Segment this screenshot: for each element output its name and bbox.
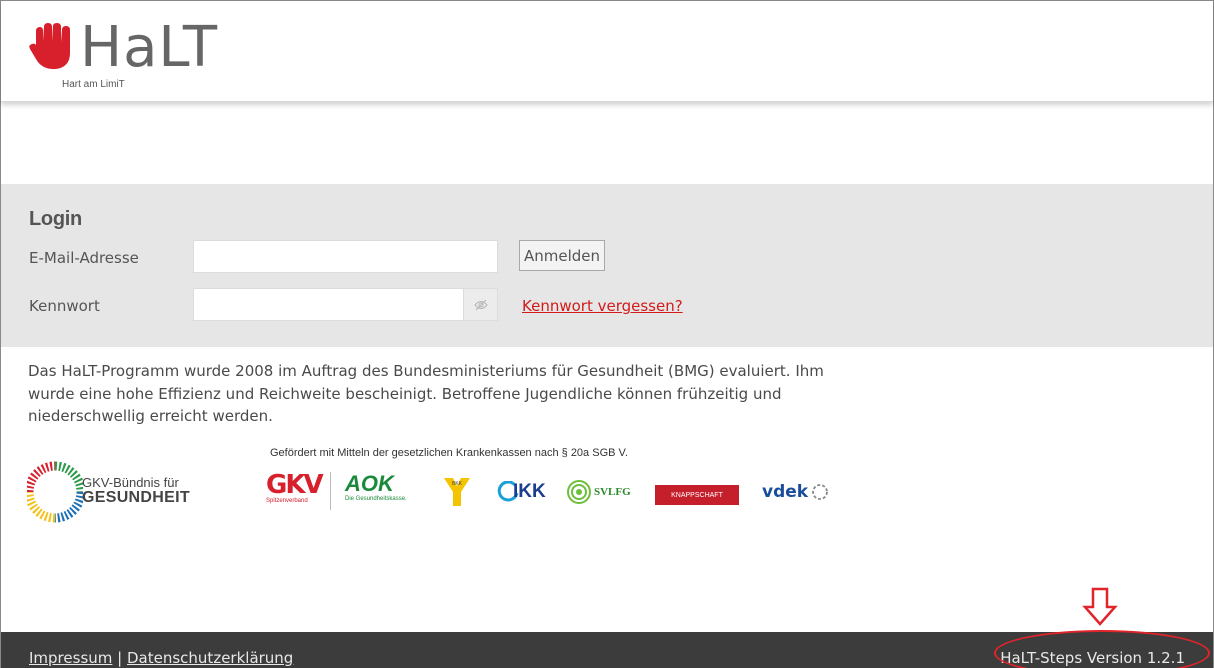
svlfg-logo: SVLFG <box>566 472 631 512</box>
bkk-y-icon: BKK <box>444 478 470 506</box>
footer-links: Impressum | Datenschutzerklärung <box>29 649 293 667</box>
aok-logo-text: AOK <box>345 471 394 496</box>
login-button[interactable]: Anmelden <box>519 240 605 271</box>
impressum-link[interactable]: Impressum <box>29 649 112 667</box>
show-password-icon[interactable] <box>463 289 497 320</box>
annotation-ellipse <box>994 630 1210 668</box>
email-field[interactable] <box>193 240 498 273</box>
site-header: HaLT Hart am LimiT <box>1 1 1213 102</box>
footer-separator: | <box>117 649 123 667</box>
gkv-logo-text: GKV <box>266 470 324 500</box>
svlfg-logo-text: SVLFG <box>594 486 631 498</box>
gkv-text-line2: GESUNDHEIT <box>82 489 190 506</box>
ikk-logo-text: IKK <box>513 481 546 502</box>
gkv-logo-sub: Spitzenverband <box>266 498 308 504</box>
logo-title: HaLT <box>80 15 219 80</box>
bkk-logo: BKK <box>444 472 470 512</box>
privacy-link[interactable]: Datenschutzerklärung <box>127 649 293 667</box>
vdek-logo-text: vdek <box>762 482 809 502</box>
knappschaft-logo: KNAPPSCHAFT <box>655 485 739 505</box>
aok-logo: AOK Die Gesundheitskasse. <box>345 472 407 512</box>
gkv-circle-icon <box>27 461 83 523</box>
email-label: E-Mail-Adresse <box>29 249 139 267</box>
annotation-arrow-icon <box>1082 587 1118 626</box>
forgot-password-link[interactable]: Kennwort vergessen? <box>522 297 683 315</box>
gkv-spitzenverband-logo: GKV Spitzenverband <box>266 472 326 512</box>
vdek-logo: vdek <box>762 472 829 512</box>
halt-logo[interactable]: HaLT Hart am LimiT <box>26 15 226 99</box>
password-label: Kennwort <box>29 297 100 315</box>
aok-logo-sub: Die Gesundheitskasse. <box>345 496 407 502</box>
svlfg-leaf-icon <box>567 480 591 504</box>
program-info-text: Das HaLT-Programm wurde 2008 im Auftrag … <box>28 362 824 425</box>
ikk-logo: IKK <box>497 472 546 512</box>
svg-text:BKK: BKK <box>452 481 463 487</box>
vdek-ring-icon <box>812 484 828 500</box>
hand-icon <box>29 23 70 70</box>
password-field[interactable] <box>193 288 498 321</box>
gkv-buendnis-logo: GKV-Bündnis für GESUNDHEIT <box>27 458 227 530</box>
gkv-text-line1: GKV-Bündnis für <box>82 475 179 490</box>
partner-divider <box>330 472 331 510</box>
login-title: Login <box>29 208 82 230</box>
logo-subtitle: Hart am LimiT <box>62 79 125 90</box>
funding-note: Gefördert mit Mitteln der gesetzlichen K… <box>270 447 628 459</box>
login-section: Login E-Mail-Adresse Anmelden Kennwort K… <box>1 184 1213 347</box>
